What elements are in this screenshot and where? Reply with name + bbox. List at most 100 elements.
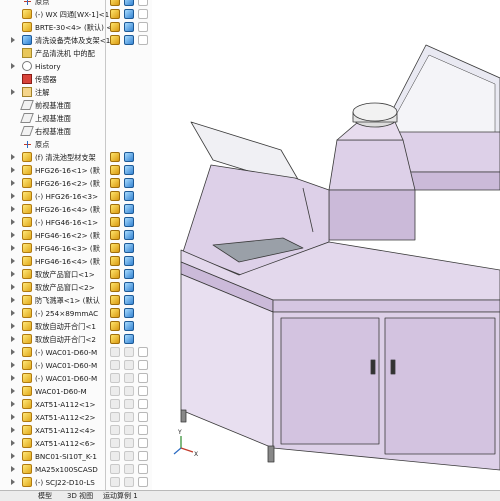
component-status-icon[interactable] [124, 152, 134, 162]
component-status-icon[interactable] [138, 425, 148, 435]
component-status-icon[interactable] [124, 9, 134, 19]
component-status-icon[interactable] [110, 243, 120, 253]
component-status-icon[interactable] [138, 35, 148, 45]
component-status-icon[interactable] [110, 464, 120, 474]
feature-manager-tree[interactable]: 原点 (-) WX 四通[WX-1]<1> BRTE-30<4> (默认) <[清洗… [0, 0, 152, 490]
expand-arrow-icon[interactable] [11, 219, 15, 225]
component-status-icon[interactable] [124, 308, 134, 318]
component-status-icon[interactable] [110, 178, 120, 188]
component-status-icon[interactable] [110, 269, 120, 279]
component-status-icon[interactable] [110, 35, 120, 45]
expand-arrow-icon[interactable] [11, 388, 15, 394]
expand-arrow-icon[interactable] [11, 232, 15, 238]
component-status-icon[interactable] [124, 256, 134, 266]
expand-arrow-icon[interactable] [11, 323, 15, 329]
component-status-icon[interactable] [138, 373, 148, 383]
expand-arrow-icon[interactable] [11, 180, 15, 186]
component-status-icon[interactable] [110, 282, 120, 292]
component-status-icon[interactable] [110, 165, 120, 175]
component-status-icon[interactable] [110, 399, 120, 409]
component-status-icon[interactable] [110, 373, 120, 383]
component-status-icon[interactable] [124, 269, 134, 279]
component-status-icon[interactable] [110, 451, 120, 461]
component-status-icon[interactable] [124, 217, 134, 227]
expand-arrow-icon[interactable] [11, 427, 15, 433]
component-status-icon[interactable] [110, 334, 120, 344]
component-status-icon[interactable] [138, 451, 148, 461]
component-status-icon[interactable] [124, 282, 134, 292]
component-status-icon[interactable] [124, 321, 134, 331]
component-status-icon[interactable] [110, 295, 120, 305]
component-status-icon[interactable] [124, 477, 134, 487]
component-status-icon[interactable] [124, 0, 134, 6]
component-status-icon[interactable] [124, 35, 134, 45]
expand-arrow-icon[interactable] [11, 154, 15, 160]
component-status-icon[interactable] [110, 230, 120, 240]
component-status-icon[interactable] [110, 321, 120, 331]
expand-arrow-icon[interactable] [11, 453, 15, 459]
component-status-icon[interactable] [124, 347, 134, 357]
component-status-icon[interactable] [110, 9, 120, 19]
expand-arrow-icon[interactable] [11, 466, 15, 472]
expand-arrow-icon[interactable] [11, 336, 15, 342]
expand-arrow-icon[interactable] [11, 63, 15, 69]
component-status-icon[interactable] [124, 334, 134, 344]
expand-arrow-icon[interactable] [11, 349, 15, 355]
expand-arrow-icon[interactable] [11, 401, 15, 407]
component-status-icon[interactable] [124, 451, 134, 461]
component-status-icon[interactable] [138, 412, 148, 422]
component-status-icon[interactable] [110, 360, 120, 370]
component-status-icon[interactable] [110, 0, 120, 6]
component-status-icon[interactable] [110, 204, 120, 214]
expand-arrow-icon[interactable] [11, 193, 15, 199]
component-status-icon[interactable] [124, 230, 134, 240]
expand-arrow-icon[interactable] [11, 440, 15, 446]
component-status-icon[interactable] [110, 22, 120, 32]
component-status-icon[interactable] [110, 386, 120, 396]
component-status-icon[interactable] [110, 191, 120, 201]
component-status-icon[interactable] [124, 386, 134, 396]
component-status-icon[interactable] [124, 412, 134, 422]
component-status-icon[interactable] [124, 22, 134, 32]
expand-arrow-icon[interactable] [11, 297, 15, 303]
expand-arrow-icon[interactable] [11, 479, 15, 485]
component-status-icon[interactable] [124, 360, 134, 370]
expand-arrow-icon[interactable] [11, 37, 15, 43]
graphics-viewport[interactable]: X Y [153, 0, 500, 490]
expand-arrow-icon[interactable] [11, 245, 15, 251]
expand-arrow-icon[interactable] [11, 167, 15, 173]
component-status-icon[interactable] [110, 438, 120, 448]
component-status-icon[interactable] [138, 477, 148, 487]
component-status-icon[interactable] [110, 152, 120, 162]
component-status-icon[interactable] [124, 178, 134, 188]
component-status-icon[interactable] [138, 22, 148, 32]
component-status-icon[interactable] [110, 425, 120, 435]
component-status-icon[interactable] [110, 412, 120, 422]
expand-arrow-icon[interactable] [11, 375, 15, 381]
component-status-icon[interactable] [124, 165, 134, 175]
component-status-icon[interactable] [124, 399, 134, 409]
component-status-icon[interactable] [124, 295, 134, 305]
component-status-icon[interactable] [138, 464, 148, 474]
expand-arrow-icon[interactable] [11, 89, 15, 95]
component-status-icon[interactable] [110, 347, 120, 357]
component-status-icon[interactable] [110, 477, 120, 487]
component-status-icon[interactable] [138, 386, 148, 396]
component-status-icon[interactable] [138, 9, 148, 19]
expand-arrow-icon[interactable] [11, 258, 15, 264]
component-status-icon[interactable] [124, 191, 134, 201]
component-status-icon[interactable] [124, 373, 134, 383]
component-status-icon[interactable] [124, 204, 134, 214]
component-status-icon[interactable] [124, 243, 134, 253]
expand-arrow-icon[interactable] [11, 362, 15, 368]
component-status-icon[interactable] [124, 438, 134, 448]
expand-arrow-icon[interactable] [11, 284, 15, 290]
component-status-icon[interactable] [110, 256, 120, 266]
expand-arrow-icon[interactable] [11, 414, 15, 420]
tree-column-divider[interactable] [105, 0, 106, 490]
component-status-icon[interactable] [124, 464, 134, 474]
component-status-icon[interactable] [110, 308, 120, 318]
component-status-icon[interactable] [138, 399, 148, 409]
component-status-icon[interactable] [110, 217, 120, 227]
expand-arrow-icon[interactable] [11, 310, 15, 316]
